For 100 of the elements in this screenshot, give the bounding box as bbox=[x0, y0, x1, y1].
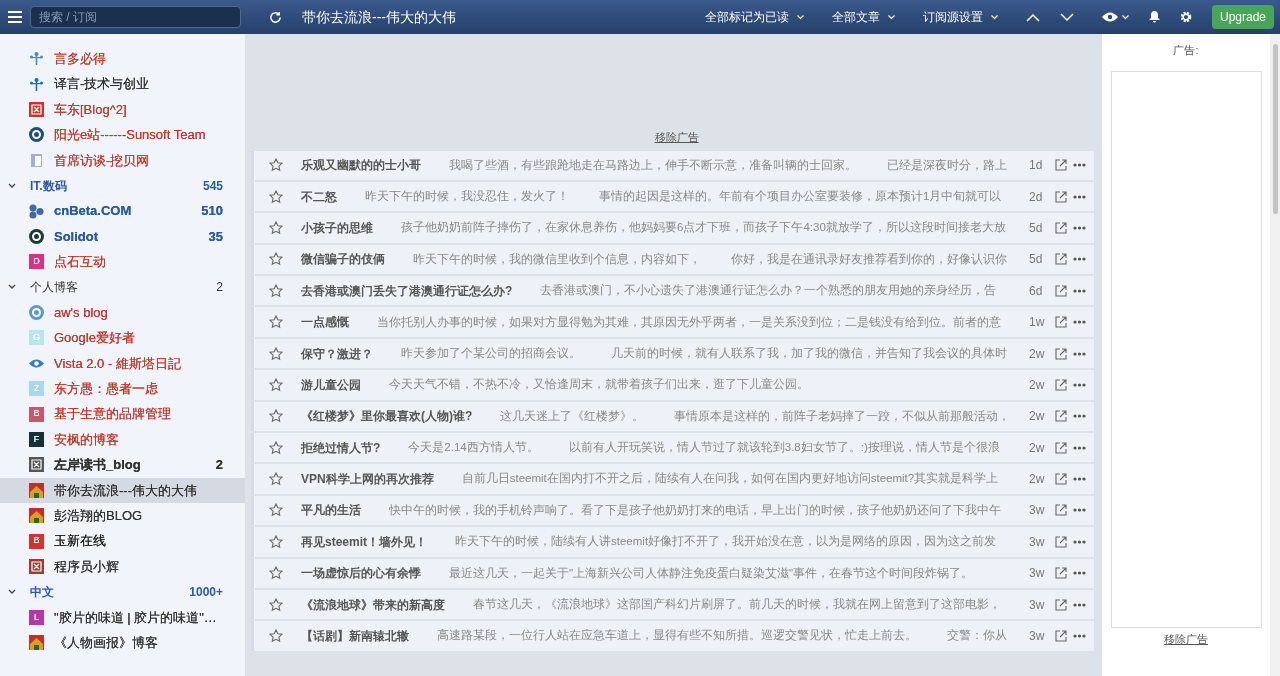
chevron-down-icon[interactable] bbox=[8, 588, 16, 595]
star-icon[interactable] bbox=[269, 597, 283, 612]
article-row[interactable]: 一场虚惊后的心有余悸 最近这几天，一起关于"上海新兴公司人体静注免疫蛋白疑染艾滋"事件，在春节这个时间段炸锅了。 3w bbox=[251, 558, 1094, 588]
star-icon[interactable] bbox=[269, 534, 283, 549]
search-field[interactable]: 搜索 / 订阅 bbox=[29, 6, 241, 28]
feed-item[interactable]: F 安枫的博客 bbox=[0, 426, 245, 453]
article-row[interactable]: 保守？激进？ 昨天参加了个某公司的招商会议。 几天前的时候，就有人联系了我，加了我的微信，并告知了我会议的具体时 2w bbox=[251, 338, 1094, 369]
star-icon[interactable] bbox=[269, 315, 283, 330]
star-icon[interactable] bbox=[269, 440, 283, 455]
feed-item[interactable]: 言多必得 bbox=[0, 46, 245, 72]
star-icon[interactable] bbox=[269, 189, 283, 204]
folder-item[interactable]: 中文 1000+ bbox=[0, 579, 245, 605]
external-link-icon[interactable] bbox=[1055, 567, 1067, 580]
feed-item[interactable]: 彭浩翔的BLOG bbox=[0, 503, 245, 529]
bell-icon[interactable] bbox=[1148, 11, 1160, 23]
more-icon[interactable] bbox=[1073, 163, 1086, 168]
article-row[interactable]: 【话剧】新南辕北辙 高速路某段，一位行人站在应急车道上，显得有些不知所措。巡逻交警见状，忙走上前去。 交警：你从 3w bbox=[251, 621, 1094, 651]
article-row[interactable]: 去香港或澳门丢失了港澳通行证怎么办? 去香港或澳门，不小心遗失了港澳通行证怎么办？一个熟悉的朋友用她的亲身经历，告 6d bbox=[251, 276, 1094, 306]
external-link-icon[interactable] bbox=[1055, 221, 1067, 234]
article-row[interactable]: 一点感慨 当你托别人办事的时候，如果对方显得勉为其难，其原因无外乎两者，一是关系没到位；二是钱没有给到位。前者的意 1w bbox=[251, 307, 1094, 337]
feed-item[interactable]: Solidot 35 bbox=[0, 223, 245, 250]
chevron-up-icon[interactable] bbox=[1025, 12, 1040, 22]
star-icon[interactable] bbox=[269, 346, 283, 361]
remove-ad-link[interactable]: 移除广告 bbox=[654, 129, 699, 146]
folder-item[interactable]: IT.数码 545 bbox=[0, 172, 245, 199]
feed-item[interactable]: L "胶片的味道 | 胶片的味道"… bbox=[0, 604, 245, 630]
article-row[interactable]: 平凡的生活 快中午的时候，我的手机铃声响了。看了下是孩子他奶奶打来的电话，早上出门的时候，孩子他奶奶还问了下我中午 3w bbox=[251, 495, 1094, 526]
more-icon[interactable] bbox=[1073, 414, 1086, 419]
feed-item[interactable]: 左岸读书_blog 2 bbox=[0, 452, 245, 478]
star-icon[interactable] bbox=[269, 409, 283, 424]
more-icon[interactable] bbox=[1073, 351, 1086, 356]
external-link-icon[interactable] bbox=[1055, 316, 1067, 329]
feed-item[interactable]: B 玉新在线 bbox=[0, 528, 245, 554]
external-link-icon[interactable] bbox=[1055, 347, 1067, 360]
menu-dropdown[interactable]: 全部标记为已读 bbox=[704, 8, 804, 26]
article-row[interactable]: 《流浪地球》带来的新高度 春节这几天，《流浪地球》这部国产科幻片刷屏了。前几天的时候，我就在网上留意到了这部电影， 3w bbox=[251, 589, 1094, 620]
feed-item[interactable]: D 点石互动 bbox=[0, 249, 245, 275]
feed-item[interactable]: 首席访谈-挖贝网 bbox=[0, 147, 245, 173]
star-icon[interactable] bbox=[269, 252, 283, 267]
article-row[interactable]: 拒绝过情人节? 今天是2.14西方情人节。 以前有人开玩笑说，情人节过了就该轮到3.8妇女节了。:)按理说，情人节是个很浪 2w bbox=[251, 433, 1094, 463]
more-icon[interactable] bbox=[1073, 445, 1086, 450]
article-row[interactable]: 《红楼梦》里你最喜欢(人物)谁? 这几天迷上了《红楼梦》。 事情原本是这样的，前阵子老妈摔了一跤，不似从前那般活动， 2w bbox=[251, 401, 1094, 431]
more-icon[interactable] bbox=[1073, 288, 1086, 293]
more-icon[interactable] bbox=[1073, 508, 1086, 513]
more-icon[interactable] bbox=[1073, 602, 1086, 607]
external-link-icon[interactable] bbox=[1055, 253, 1067, 266]
menu-dropdown[interactable]: 订阅源设置 bbox=[922, 8, 998, 26]
article-row[interactable]: 微信骗子的伎俩 昨天下午的时候，我的微信里收到个信息，内容如下， 你好，我是在通讯录好友推荐看到你的，好像认识你 5d bbox=[251, 244, 1094, 275]
more-icon[interactable] bbox=[1073, 257, 1086, 262]
article-row[interactable]: 不二怒 昨天下午的时候，我没忍住，发火了！ 事情的起因是这样的。年前有个项目办公室要装修，原本预计1月中旬就可以 2d bbox=[251, 181, 1094, 212]
chevron-down-icon[interactable] bbox=[8, 284, 16, 291]
more-icon[interactable] bbox=[1073, 634, 1086, 639]
feed-item[interactable]: B 基于生意的品牌管理 bbox=[0, 401, 245, 427]
refresh-icon[interactable] bbox=[269, 10, 282, 24]
eye-icon[interactable] bbox=[1101, 12, 1118, 22]
more-icon[interactable] bbox=[1073, 320, 1086, 325]
feed-item[interactable]: Vista 2.0 - 維斯塔日記 bbox=[0, 350, 245, 377]
external-link-icon[interactable] bbox=[1055, 190, 1067, 203]
more-icon[interactable] bbox=[1073, 571, 1086, 576]
folder-item[interactable]: 个人博客 2 bbox=[0, 274, 245, 300]
remove-ad-link[interactable]: 移除广告 bbox=[1164, 630, 1208, 647]
feed-item[interactable]: 车东[Blog^2] bbox=[0, 96, 245, 123]
article-row[interactable]: 小孩子的思维 孩子他奶奶前阵子摔伤了，在家休息养伤，他妈妈要6点才下班，而孩子下午4:30就放学了，所以这段时间接老大放 5d bbox=[251, 213, 1094, 243]
external-link-icon[interactable] bbox=[1055, 504, 1067, 517]
caret-icon[interactable] bbox=[1121, 14, 1129, 20]
star-icon[interactable] bbox=[269, 377, 283, 392]
more-icon[interactable] bbox=[1073, 477, 1086, 482]
more-icon[interactable] bbox=[1073, 539, 1086, 544]
external-link-icon[interactable] bbox=[1055, 535, 1067, 548]
article-row[interactable]: 游儿童公园 今天天气不错，不热不冷，又恰逢周末，就带着孩子们出来，逛了下儿童公园。 2w bbox=[251, 370, 1094, 400]
menu-icon[interactable] bbox=[8, 11, 22, 23]
external-link-icon[interactable] bbox=[1055, 378, 1067, 391]
star-icon[interactable] bbox=[269, 158, 283, 173]
star-icon[interactable] bbox=[269, 566, 283, 581]
more-icon[interactable] bbox=[1073, 382, 1086, 387]
external-link-icon[interactable] bbox=[1055, 473, 1067, 486]
settings-icon[interactable] bbox=[1179, 11, 1192, 23]
feed-item[interactable]: 译言-技术与创业 bbox=[0, 71, 245, 97]
star-icon[interactable] bbox=[269, 283, 283, 298]
star-icon[interactable] bbox=[269, 629, 283, 644]
article-row[interactable]: 乐观又幽默的的士小哥 我喝了些酒，有些踉跄地走在马路边上，伸手不断示意，准备叫辆的士回家。 已经是深夜时分，路上 1d bbox=[251, 150, 1094, 180]
star-icon[interactable] bbox=[269, 220, 283, 235]
more-icon[interactable] bbox=[1073, 225, 1086, 230]
scrollbar-thumb[interactable] bbox=[1273, 44, 1278, 214]
menu-dropdown[interactable]: 全部文章 bbox=[831, 8, 895, 26]
external-link-icon[interactable] bbox=[1055, 410, 1067, 423]
article-row[interactable]: VPN科学上网的再次推荐 自前几日steemit在国内打不开之后，陆续有人在问我，如何在国内更好地访问steemit?其实就是科学上 2w bbox=[251, 464, 1094, 494]
more-icon[interactable] bbox=[1073, 194, 1086, 199]
external-link-icon[interactable] bbox=[1055, 630, 1067, 643]
external-link-icon[interactable] bbox=[1055, 284, 1067, 297]
chevron-down-icon[interactable] bbox=[8, 182, 16, 189]
external-link-icon[interactable] bbox=[1055, 441, 1067, 454]
feed-item[interactable]: aw's blog bbox=[0, 299, 245, 326]
external-link-icon[interactable] bbox=[1055, 159, 1067, 172]
feed-item[interactable]: G Google爱好者 bbox=[0, 325, 245, 351]
external-link-icon[interactable] bbox=[1055, 598, 1067, 611]
feed-item[interactable]: 《人物画报》博客 bbox=[0, 630, 245, 656]
feed-item[interactable]: cnBeta.COM 510 bbox=[0, 198, 245, 224]
feed-item[interactable]: 程序员小辉 bbox=[0, 553, 245, 580]
feed-item[interactable]: 带你去流浪---伟大的大伟 bbox=[0, 477, 245, 504]
